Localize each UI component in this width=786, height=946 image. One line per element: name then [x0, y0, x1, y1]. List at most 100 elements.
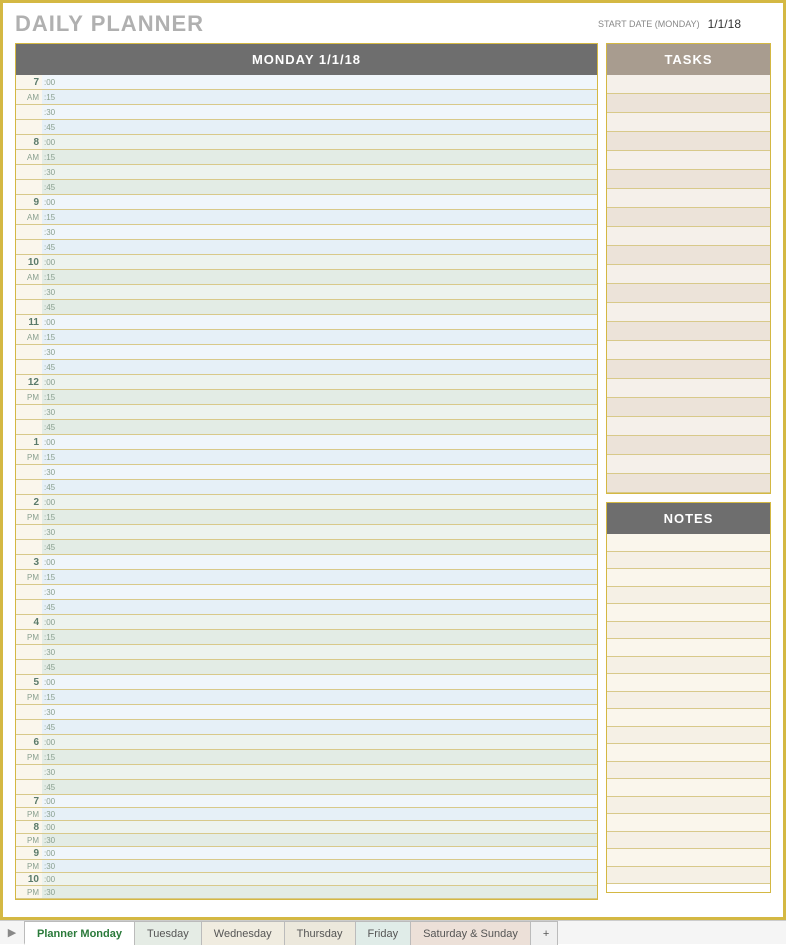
- schedule-entry[interactable]: [62, 300, 597, 314]
- sheet-tab[interactable]: Planner Monday: [24, 921, 135, 945]
- time-slot[interactable]: 8:00: [16, 135, 597, 150]
- schedule-entry[interactable]: [62, 285, 597, 299]
- time-slot[interactable]: :30: [16, 645, 597, 660]
- note-row[interactable]: [607, 727, 770, 745]
- note-row[interactable]: [607, 552, 770, 570]
- time-slot[interactable]: 9:00: [16, 195, 597, 210]
- schedule-entry[interactable]: [62, 720, 597, 734]
- note-row[interactable]: [607, 797, 770, 815]
- time-slot[interactable]: :45: [16, 360, 597, 375]
- time-slot[interactable]: PM:30: [16, 834, 597, 847]
- task-row[interactable]: [607, 189, 770, 208]
- schedule-entry[interactable]: [62, 750, 597, 764]
- task-row[interactable]: [607, 341, 770, 360]
- schedule-entry[interactable]: [62, 834, 597, 846]
- schedule-entry[interactable]: [62, 495, 597, 509]
- time-slot[interactable]: 10:00: [16, 873, 597, 886]
- schedule-entry[interactable]: [62, 705, 597, 719]
- schedule-entry[interactable]: [62, 795, 597, 807]
- time-slot[interactable]: :30: [16, 525, 597, 540]
- schedule-entry[interactable]: [62, 540, 597, 554]
- schedule-entry[interactable]: [62, 270, 597, 284]
- note-row[interactable]: [607, 832, 770, 850]
- task-row[interactable]: [607, 132, 770, 151]
- note-row[interactable]: [607, 762, 770, 780]
- sheet-tab[interactable]: Wednesday: [201, 921, 285, 945]
- schedule-entry[interactable]: [62, 860, 597, 872]
- time-slot[interactable]: 11:00: [16, 315, 597, 330]
- time-slot[interactable]: 4:00: [16, 615, 597, 630]
- time-slot[interactable]: 9:00: [16, 847, 597, 860]
- schedule-entry[interactable]: [62, 330, 597, 344]
- task-row[interactable]: [607, 208, 770, 227]
- schedule-entry[interactable]: [62, 345, 597, 359]
- time-slot[interactable]: PM:15: [16, 450, 597, 465]
- time-slot[interactable]: 7:00: [16, 75, 597, 90]
- note-row[interactable]: [607, 534, 770, 552]
- schedule-entry[interactable]: [62, 645, 597, 659]
- schedule-entry[interactable]: [62, 105, 597, 119]
- schedule-entry[interactable]: [62, 135, 597, 149]
- time-slot[interactable]: :30: [16, 585, 597, 600]
- schedule-entry[interactable]: [62, 570, 597, 584]
- start-date-value[interactable]: 1/1/18: [708, 17, 741, 31]
- time-slot[interactable]: :30: [16, 225, 597, 240]
- time-slot[interactable]: AM:15: [16, 210, 597, 225]
- time-slot[interactable]: :45: [16, 780, 597, 795]
- time-slot[interactable]: :45: [16, 480, 597, 495]
- time-slot[interactable]: :45: [16, 660, 597, 675]
- note-row[interactable]: [607, 709, 770, 727]
- schedule-entry[interactable]: [62, 435, 597, 449]
- task-row[interactable]: [607, 246, 770, 265]
- time-slot[interactable]: 8:00: [16, 821, 597, 834]
- task-row[interactable]: [607, 227, 770, 246]
- schedule-entry[interactable]: [62, 555, 597, 569]
- schedule-entry[interactable]: [62, 465, 597, 479]
- time-slot[interactable]: AM:15: [16, 150, 597, 165]
- task-row[interactable]: [607, 398, 770, 417]
- task-row[interactable]: [607, 417, 770, 436]
- task-row[interactable]: [607, 151, 770, 170]
- note-row[interactable]: [607, 639, 770, 657]
- time-slot[interactable]: :45: [16, 300, 597, 315]
- schedule-entry[interactable]: [62, 675, 597, 689]
- task-row[interactable]: [607, 284, 770, 303]
- time-slot[interactable]: AM:15: [16, 90, 597, 105]
- schedule-entry[interactable]: [62, 210, 597, 224]
- time-slot[interactable]: AM:15: [16, 330, 597, 345]
- schedule-entry[interactable]: [62, 150, 597, 164]
- time-slot[interactable]: :30: [16, 345, 597, 360]
- schedule-entry[interactable]: [62, 420, 597, 434]
- time-slot[interactable]: :30: [16, 165, 597, 180]
- schedule-entry[interactable]: [62, 315, 597, 329]
- time-slot[interactable]: :45: [16, 420, 597, 435]
- time-slot[interactable]: 7:00: [16, 795, 597, 808]
- time-slot[interactable]: :45: [16, 240, 597, 255]
- note-row[interactable]: [607, 849, 770, 867]
- schedule-entry[interactable]: [62, 360, 597, 374]
- schedule-entry[interactable]: [62, 90, 597, 104]
- schedule-entry[interactable]: [62, 765, 597, 779]
- note-row[interactable]: [607, 604, 770, 622]
- time-slot[interactable]: 1:00: [16, 435, 597, 450]
- task-row[interactable]: [607, 303, 770, 322]
- time-slot[interactable]: 6:00: [16, 735, 597, 750]
- note-row[interactable]: [607, 814, 770, 832]
- time-slot[interactable]: :45: [16, 600, 597, 615]
- schedule-entry[interactable]: [62, 180, 597, 194]
- time-slot[interactable]: 3:00: [16, 555, 597, 570]
- add-sheet-button[interactable]: +: [530, 921, 558, 945]
- time-slot[interactable]: PM:30: [16, 808, 597, 821]
- time-slot[interactable]: PM:15: [16, 690, 597, 705]
- time-slot[interactable]: :45: [16, 720, 597, 735]
- note-row[interactable]: [607, 622, 770, 640]
- note-row[interactable]: [607, 779, 770, 797]
- schedule-entry[interactable]: [62, 480, 597, 494]
- schedule-entry[interactable]: [62, 585, 597, 599]
- task-row[interactable]: [607, 379, 770, 398]
- schedule-entry[interactable]: [62, 690, 597, 704]
- time-slot[interactable]: :30: [16, 405, 597, 420]
- time-slot[interactable]: PM:30: [16, 860, 597, 873]
- time-slot[interactable]: 12:00: [16, 375, 597, 390]
- sheet-tab[interactable]: Friday: [355, 921, 412, 945]
